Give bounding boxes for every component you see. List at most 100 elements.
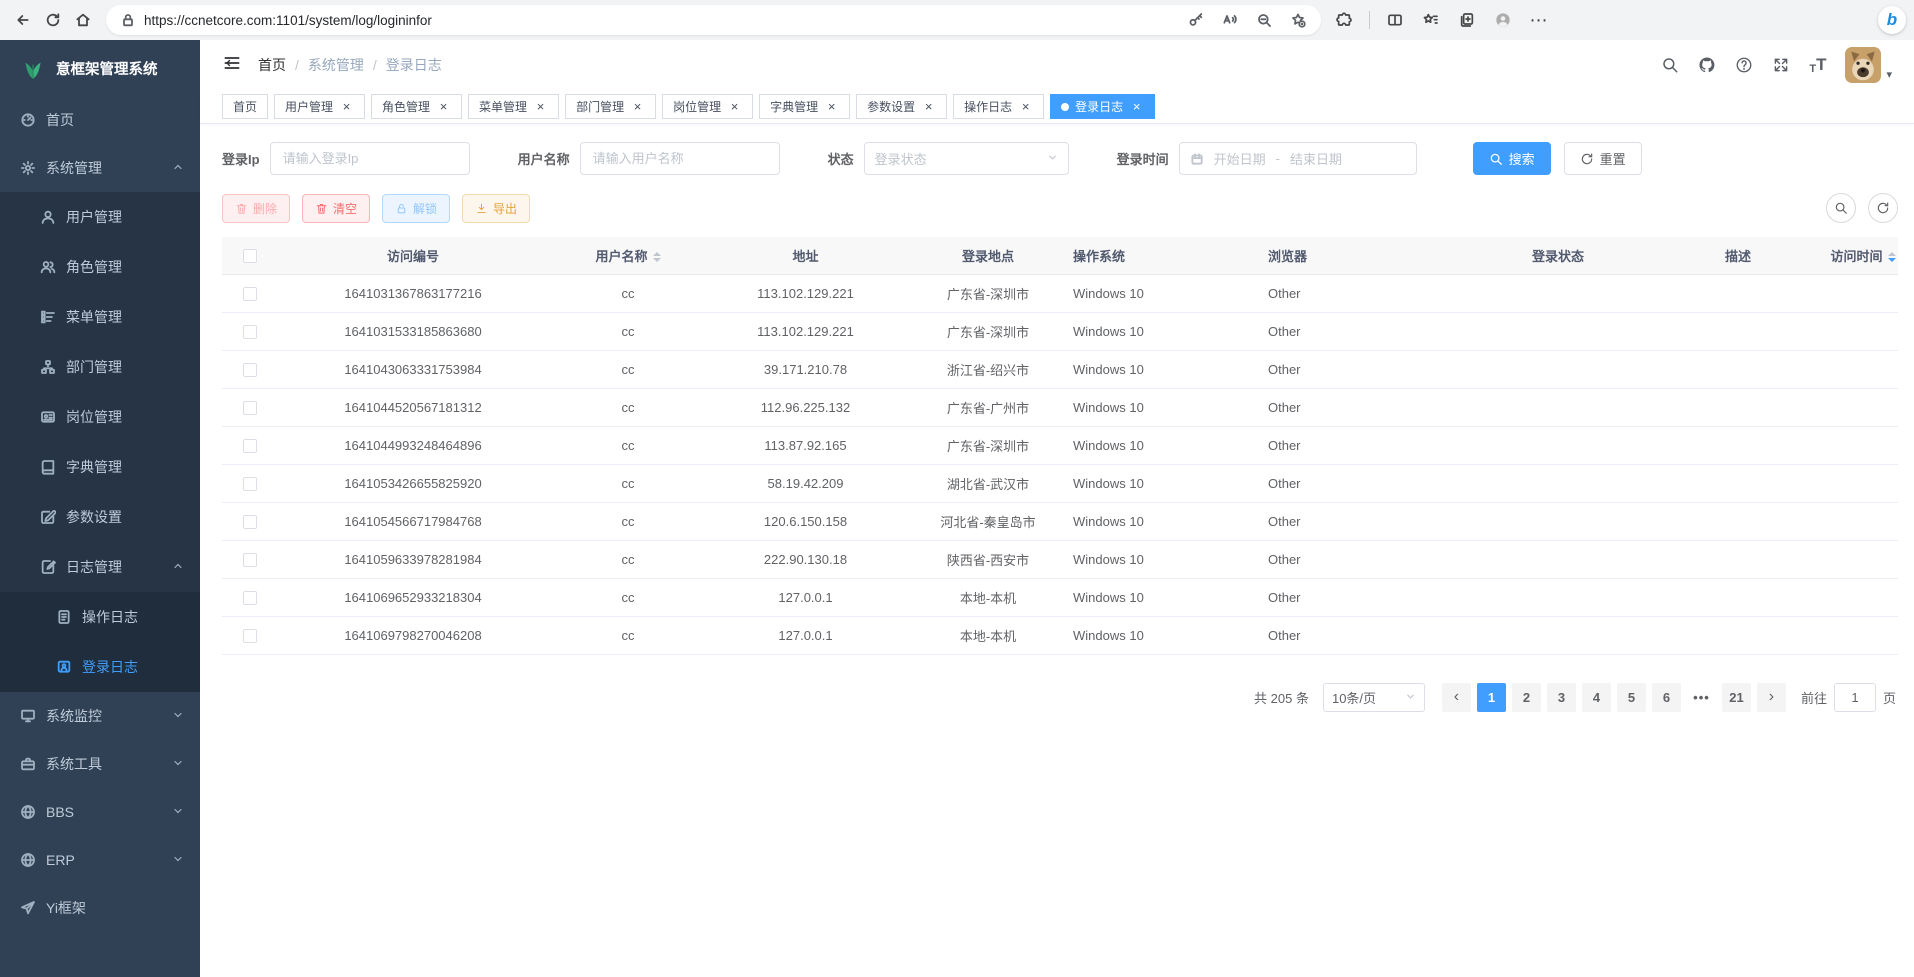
unlock-button[interactable]: 解锁 [382, 194, 450, 223]
sidebar-item-home[interactable]: 首页 [0, 96, 200, 144]
tab-close-icon[interactable]: × [921, 99, 936, 114]
row-checkbox[interactable] [243, 287, 257, 301]
browser-profile-button[interactable] [1488, 5, 1518, 35]
page-number-button[interactable]: 5 [1617, 683, 1646, 712]
sort-caret-icon[interactable] [653, 252, 661, 262]
select-all-checkbox[interactable] [243, 249, 257, 263]
breadcrumb-item[interactable]: 系统管理 [308, 55, 364, 75]
header-search-button[interactable] [1661, 56, 1679, 74]
add-favorite-button[interactable] [1285, 7, 1311, 33]
sidebar-item-login-log[interactable]: 登录日志 [0, 642, 200, 692]
delete-button[interactable]: 删除 [222, 194, 290, 223]
row-checkbox[interactable] [243, 401, 257, 415]
date-range-picker[interactable]: 开始日期 - 结束日期 [1179, 142, 1417, 175]
github-link[interactable] [1698, 56, 1716, 74]
browser-refresh-button[interactable] [38, 5, 68, 35]
sidebar-item-menu-management[interactable]: 菜单管理 [0, 292, 200, 342]
tab[interactable]: 参数设置 × [856, 94, 947, 119]
prev-page-button[interactable]: ‹ [1442, 683, 1471, 712]
row-checkbox[interactable] [243, 553, 257, 567]
sidebar-item-user-management[interactable]: 用户管理 [0, 192, 200, 242]
toggle-search-button[interactable] [1826, 193, 1856, 223]
user-avatar-menu[interactable]: ▾ [1845, 47, 1892, 83]
row-checkbox[interactable] [243, 477, 257, 491]
font-size-button[interactable]: TT [1809, 55, 1826, 75]
goto-page-input[interactable] [1834, 683, 1876, 712]
sidebar-item-param-settings[interactable]: 参数设置 [0, 492, 200, 542]
page-number-button[interactable]: ••• [1687, 683, 1716, 712]
page-number-button[interactable]: 2 [1512, 683, 1541, 712]
sidebar-item-dict-management[interactable]: 字典管理 [0, 442, 200, 492]
status-select[interactable]: 登录状态 [864, 142, 1069, 175]
reset-button[interactable]: 重置 [1564, 142, 1642, 175]
sidebar-item-erp[interactable]: ERP [0, 836, 200, 884]
tab[interactable]: 岗位管理 × [662, 94, 753, 119]
extensions-button[interactable] [1329, 5, 1359, 35]
page-number-button[interactable]: 4 [1582, 683, 1611, 712]
page-number-button[interactable]: 21 [1722, 683, 1751, 712]
sidebar-item-role-management[interactable]: 角色管理 [0, 242, 200, 292]
saved-passwords-button[interactable] [1183, 7, 1209, 33]
tab-close-icon[interactable]: × [533, 99, 548, 114]
tab[interactable]: 角色管理 × [371, 94, 462, 119]
sidebar-item-system-management[interactable]: 系统管理 [0, 144, 200, 192]
row-checkbox[interactable] [243, 629, 257, 643]
refresh-table-button[interactable] [1868, 193, 1898, 223]
sidebar-item-log-management[interactable]: 日志管理 [0, 542, 200, 592]
tab-close-icon[interactable]: × [630, 99, 645, 114]
page-number-button[interactable]: 3 [1547, 683, 1576, 712]
row-checkbox[interactable] [243, 325, 257, 339]
tab[interactable]: 菜单管理 × [468, 94, 559, 119]
split-screen-button[interactable] [1380, 5, 1410, 35]
app-logo[interactable]: 意框架管理系统 [0, 40, 200, 96]
page-size-select[interactable]: 10条/页 [1323, 683, 1425, 712]
page-number-button[interactable]: 6 [1652, 683, 1681, 712]
row-checkbox[interactable] [243, 591, 257, 605]
login-ip-input[interactable] [270, 142, 470, 175]
zoom-out-button[interactable] [1251, 7, 1277, 33]
column-header-user[interactable]: 用户名称 [548, 237, 708, 274]
column-header-time[interactable]: 访问时间 [1828, 237, 1898, 274]
browser-settings-button[interactable]: ⋯ [1524, 5, 1554, 35]
tab-close-icon[interactable]: × [339, 99, 354, 114]
sidebar-item-operation-log[interactable]: 操作日志 [0, 592, 200, 642]
tab[interactable]: 字典管理 × [759, 94, 850, 119]
sidebar-item-system-monitor[interactable]: 系统监控 [0, 692, 200, 740]
sidebar-item-system-tools[interactable]: 系统工具 [0, 740, 200, 788]
sidebar-collapse-button[interactable] [222, 53, 242, 78]
search-button[interactable]: 搜索 [1473, 142, 1551, 175]
browser-home-button[interactable] [68, 5, 98, 35]
tab[interactable]: 部门管理 × [565, 94, 656, 119]
bing-chat-button[interactable]: b [1878, 6, 1906, 34]
row-checkbox[interactable] [243, 363, 257, 377]
collections-button[interactable] [1452, 5, 1482, 35]
address-bar[interactable]: https://ccnetcore.com:1101/system/log/lo… [106, 5, 1321, 35]
sidebar-item-bbs[interactable]: BBS [0, 788, 200, 836]
sidebar-item-post-management[interactable]: 岗位管理 [0, 392, 200, 442]
tab-close-icon[interactable]: × [824, 99, 839, 114]
row-checkbox[interactable] [243, 515, 257, 529]
favorites-bar-button[interactable] [1416, 5, 1446, 35]
fullscreen-button[interactable] [1772, 56, 1790, 74]
breadcrumb-item[interactable]: 首页 [258, 55, 286, 75]
tab-close-icon[interactable]: × [1129, 99, 1144, 114]
browser-back-button[interactable] [8, 5, 38, 35]
page-number-button[interactable]: 1 [1477, 683, 1506, 712]
help-button[interactable] [1735, 56, 1753, 74]
tab-close-icon[interactable]: × [436, 99, 451, 114]
row-checkbox[interactable] [243, 439, 257, 453]
tab-close-icon[interactable]: × [1018, 99, 1033, 114]
sidebar-item-department-management[interactable]: 部门管理 [0, 342, 200, 392]
username-input[interactable] [580, 142, 780, 175]
sort-caret-icon[interactable] [1888, 252, 1896, 262]
clear-button[interactable]: 清空 [302, 194, 370, 223]
tab[interactable]: 操作日志 × [953, 94, 1044, 119]
sidebar-item-yi-framework[interactable]: Yi框架 [0, 884, 200, 932]
read-aloud-button[interactable] [1217, 7, 1243, 33]
tab[interactable]: 首页 [222, 94, 268, 119]
export-button[interactable]: 导出 [462, 194, 530, 223]
next-page-button[interactable]: › [1757, 683, 1786, 712]
tab[interactable]: 登录日志 × [1050, 94, 1155, 119]
tab[interactable]: 用户管理 × [274, 94, 365, 119]
tab-close-icon[interactable]: × [727, 99, 742, 114]
